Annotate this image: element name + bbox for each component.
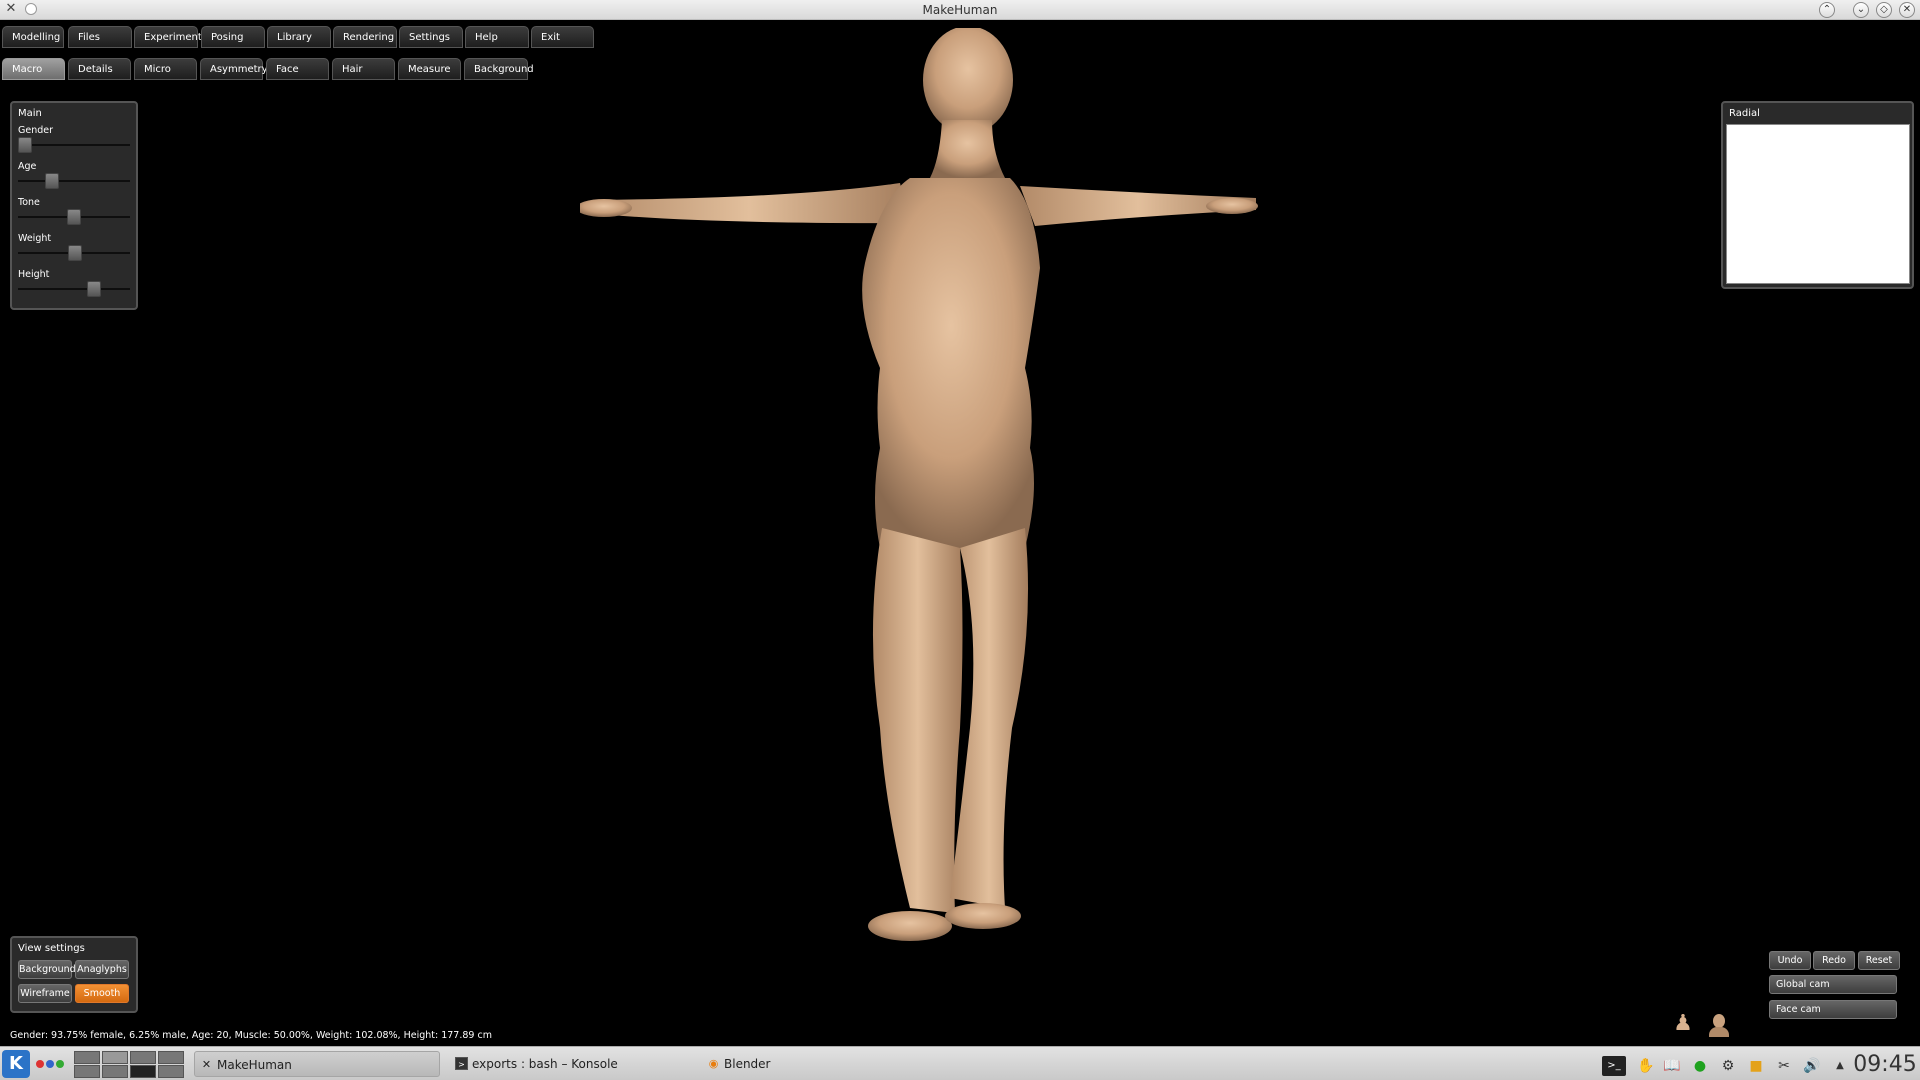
- body-shape: [580, 28, 1258, 941]
- window-title: MakeHuman: [922, 3, 998, 17]
- head-icon[interactable]: [1706, 1010, 1732, 1038]
- tab-modelling[interactable]: Modelling: [2, 26, 64, 48]
- task-konsole[interactable]: > exports : bash – Konsole: [450, 1051, 690, 1077]
- subtab-face[interactable]: Face: [266, 58, 329, 80]
- subtab-asymmetry[interactable]: Asymmetry: [200, 58, 268, 80]
- task-label: MakeHuman: [217, 1058, 292, 1072]
- status-text: Gender: 93.75% female, 6.25% male, Age: …: [10, 1030, 492, 1041]
- smooth-button[interactable]: Smooth: [75, 984, 129, 1003]
- task-label: exports : bash – Konsole: [472, 1057, 618, 1071]
- maximize-icon[interactable]: ◇: [1876, 2, 1892, 18]
- keep-above-icon[interactable]: ⌃: [1819, 2, 1835, 18]
- undo-button[interactable]: Undo: [1769, 951, 1811, 970]
- taskbar: K ✕ MakeHuman > exports : bash – Konsole…: [0, 1046, 1920, 1080]
- activity-icon[interactable]: [36, 1058, 70, 1070]
- view-settings-panel: View settings Background Anaglyphs Wiref…: [10, 936, 138, 1013]
- kde-menu-icon[interactable]: K: [2, 1050, 30, 1078]
- subtab-measure[interactable]: Measure: [398, 58, 461, 80]
- anaglyphs-button[interactable]: Anaglyphs: [75, 960, 129, 979]
- tab-help[interactable]: Help: [465, 26, 529, 48]
- view-settings-title: View settings: [18, 943, 85, 954]
- subtab-details[interactable]: Details: [68, 58, 131, 80]
- background-button[interactable]: Background: [18, 960, 76, 979]
- subtab-micro[interactable]: Micro: [134, 58, 197, 80]
- figures-icon[interactable]: ♟: [1668, 1010, 1698, 1038]
- tab-library[interactable]: Library: [267, 26, 331, 48]
- task-makehuman[interactable]: ✕ MakeHuman: [194, 1051, 440, 1077]
- konsole-tray-icon[interactable]: >_: [1602, 1056, 1626, 1076]
- tab-experiments[interactable]: Experiments: [134, 26, 207, 48]
- task-label: Blender: [724, 1057, 771, 1071]
- human-model: [580, 28, 1258, 941]
- wireframe-button[interactable]: Wireframe: [18, 984, 72, 1003]
- clock[interactable]: 09:45: [1852, 1051, 1918, 1079]
- makehuman-icon: ✕: [201, 1058, 212, 1071]
- task-blender[interactable]: ◉ Blender: [702, 1051, 862, 1077]
- tab-posing[interactable]: Posing: [201, 26, 265, 48]
- subtab-macro[interactable]: Macro: [2, 58, 65, 80]
- expand-tray-icon[interactable]: ▲: [1830, 1056, 1850, 1076]
- blender-icon: ◉: [708, 1057, 719, 1070]
- reset-button[interactable]: Reset: [1858, 951, 1900, 970]
- title-bar: ✕ MakeHuman ⌃ ⌄ ◇ ✕: [0, 0, 1920, 20]
- pager[interactable]: [74, 1051, 186, 1079]
- tab-rendering[interactable]: Rendering: [333, 26, 397, 48]
- face-cam-button[interactable]: Face cam: [1769, 1000, 1897, 1019]
- status-tray-icon[interactable]: ●: [1690, 1056, 1710, 1076]
- settings-tray-icon[interactable]: ⚙: [1718, 1056, 1738, 1076]
- scissors-tray-icon[interactable]: ✂: [1774, 1056, 1794, 1076]
- global-cam-button[interactable]: Global cam: [1769, 975, 1897, 994]
- minimize-icon[interactable]: ⌄: [1853, 2, 1869, 18]
- tab-settings[interactable]: Settings: [399, 26, 463, 48]
- terminal-icon: >: [455, 1057, 468, 1070]
- tab-files[interactable]: Files: [68, 26, 132, 48]
- subtab-hair[interactable]: Hair: [332, 58, 395, 80]
- volume-tray-icon[interactable]: 🔊: [1802, 1056, 1822, 1076]
- subtab-background[interactable]: Background: [464, 58, 534, 80]
- redo-button[interactable]: Redo: [1813, 951, 1855, 970]
- close-icon[interactable]: ✕: [1899, 2, 1915, 18]
- firefox-tray-icon[interactable]: ✋: [1636, 1056, 1656, 1076]
- book-tray-icon[interactable]: 📖: [1662, 1056, 1682, 1076]
- notes-tray-icon[interactable]: ■: [1746, 1056, 1766, 1076]
